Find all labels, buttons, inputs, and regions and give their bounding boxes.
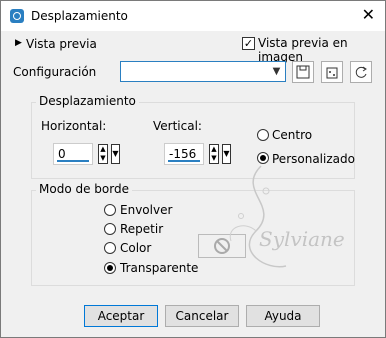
transparent-radio-label[interactable]: Transparente: [120, 261, 198, 275]
config-label: Configuración: [13, 65, 97, 79]
save-preset-button[interactable]: [292, 61, 314, 83]
color-radio[interactable]: [104, 242, 116, 254]
expand-triangle-icon[interactable]: ▶: [15, 38, 22, 48]
cancel-button[interactable]: Cancelar: [165, 305, 239, 327]
edge-mode-title: Modo de borde: [36, 182, 132, 196]
horizontal-label: Horizontal:: [41, 119, 107, 133]
horizontal-spinner[interactable]: 0 ▲ ▼ ▼: [53, 143, 120, 165]
window-title: Desplazamiento: [31, 9, 128, 23]
config-dropdown[interactable]: ▼: [120, 61, 286, 82]
vertical-input[interactable]: -156: [164, 143, 204, 165]
reset-icon: [355, 66, 367, 78]
watermark-text: Sylviane: [259, 227, 345, 251]
app-icon: [10, 9, 24, 23]
dialog-window: Desplazamiento ✕ ▶ Vista previa ✓ Vista …: [0, 0, 386, 338]
dice-icon: [326, 67, 338, 79]
center-radio-label[interactable]: Centro: [272, 128, 312, 142]
wrap-radio[interactable]: [104, 204, 116, 216]
watermark-flourish: [229, 165, 287, 268]
repeat-radio[interactable]: [104, 223, 116, 235]
preview-checkbox-label[interactable]: Vista previa en imagen: [258, 36, 385, 64]
transparent-radio[interactable]: [104, 262, 116, 274]
preview-toggle-label[interactable]: Vista previa: [26, 37, 97, 51]
color-radio-label[interactable]: Color: [120, 241, 151, 255]
wrap-radio-label[interactable]: Envolver: [120, 203, 172, 217]
horizontal-dropdown-arrow[interactable]: ▼: [111, 144, 120, 164]
ok-button[interactable]: Aceptar: [84, 305, 158, 327]
reset-button[interactable]: [350, 61, 372, 83]
repeat-radio-label[interactable]: Repetir: [120, 222, 163, 236]
chevron-down-icon[interactable]: ▼: [270, 64, 283, 79]
random-button[interactable]: [321, 61, 343, 83]
center-radio[interactable]: [257, 129, 269, 141]
vertical-label: Vertical:: [153, 119, 202, 133]
close-icon[interactable]: ✕: [362, 6, 375, 24]
preview-checkbox[interactable]: ✓: [242, 37, 255, 50]
horizontal-stepper-arrows[interactable]: ▲ ▼: [98, 144, 108, 164]
horizontal-input[interactable]: 0: [53, 143, 93, 165]
help-button[interactable]: Ayuda: [246, 305, 320, 327]
save-icon: [296, 65, 310, 79]
title-bar[interactable]: Desplazamiento ✕: [1, 1, 385, 31]
offset-group-title: Desplazamiento: [36, 94, 139, 108]
